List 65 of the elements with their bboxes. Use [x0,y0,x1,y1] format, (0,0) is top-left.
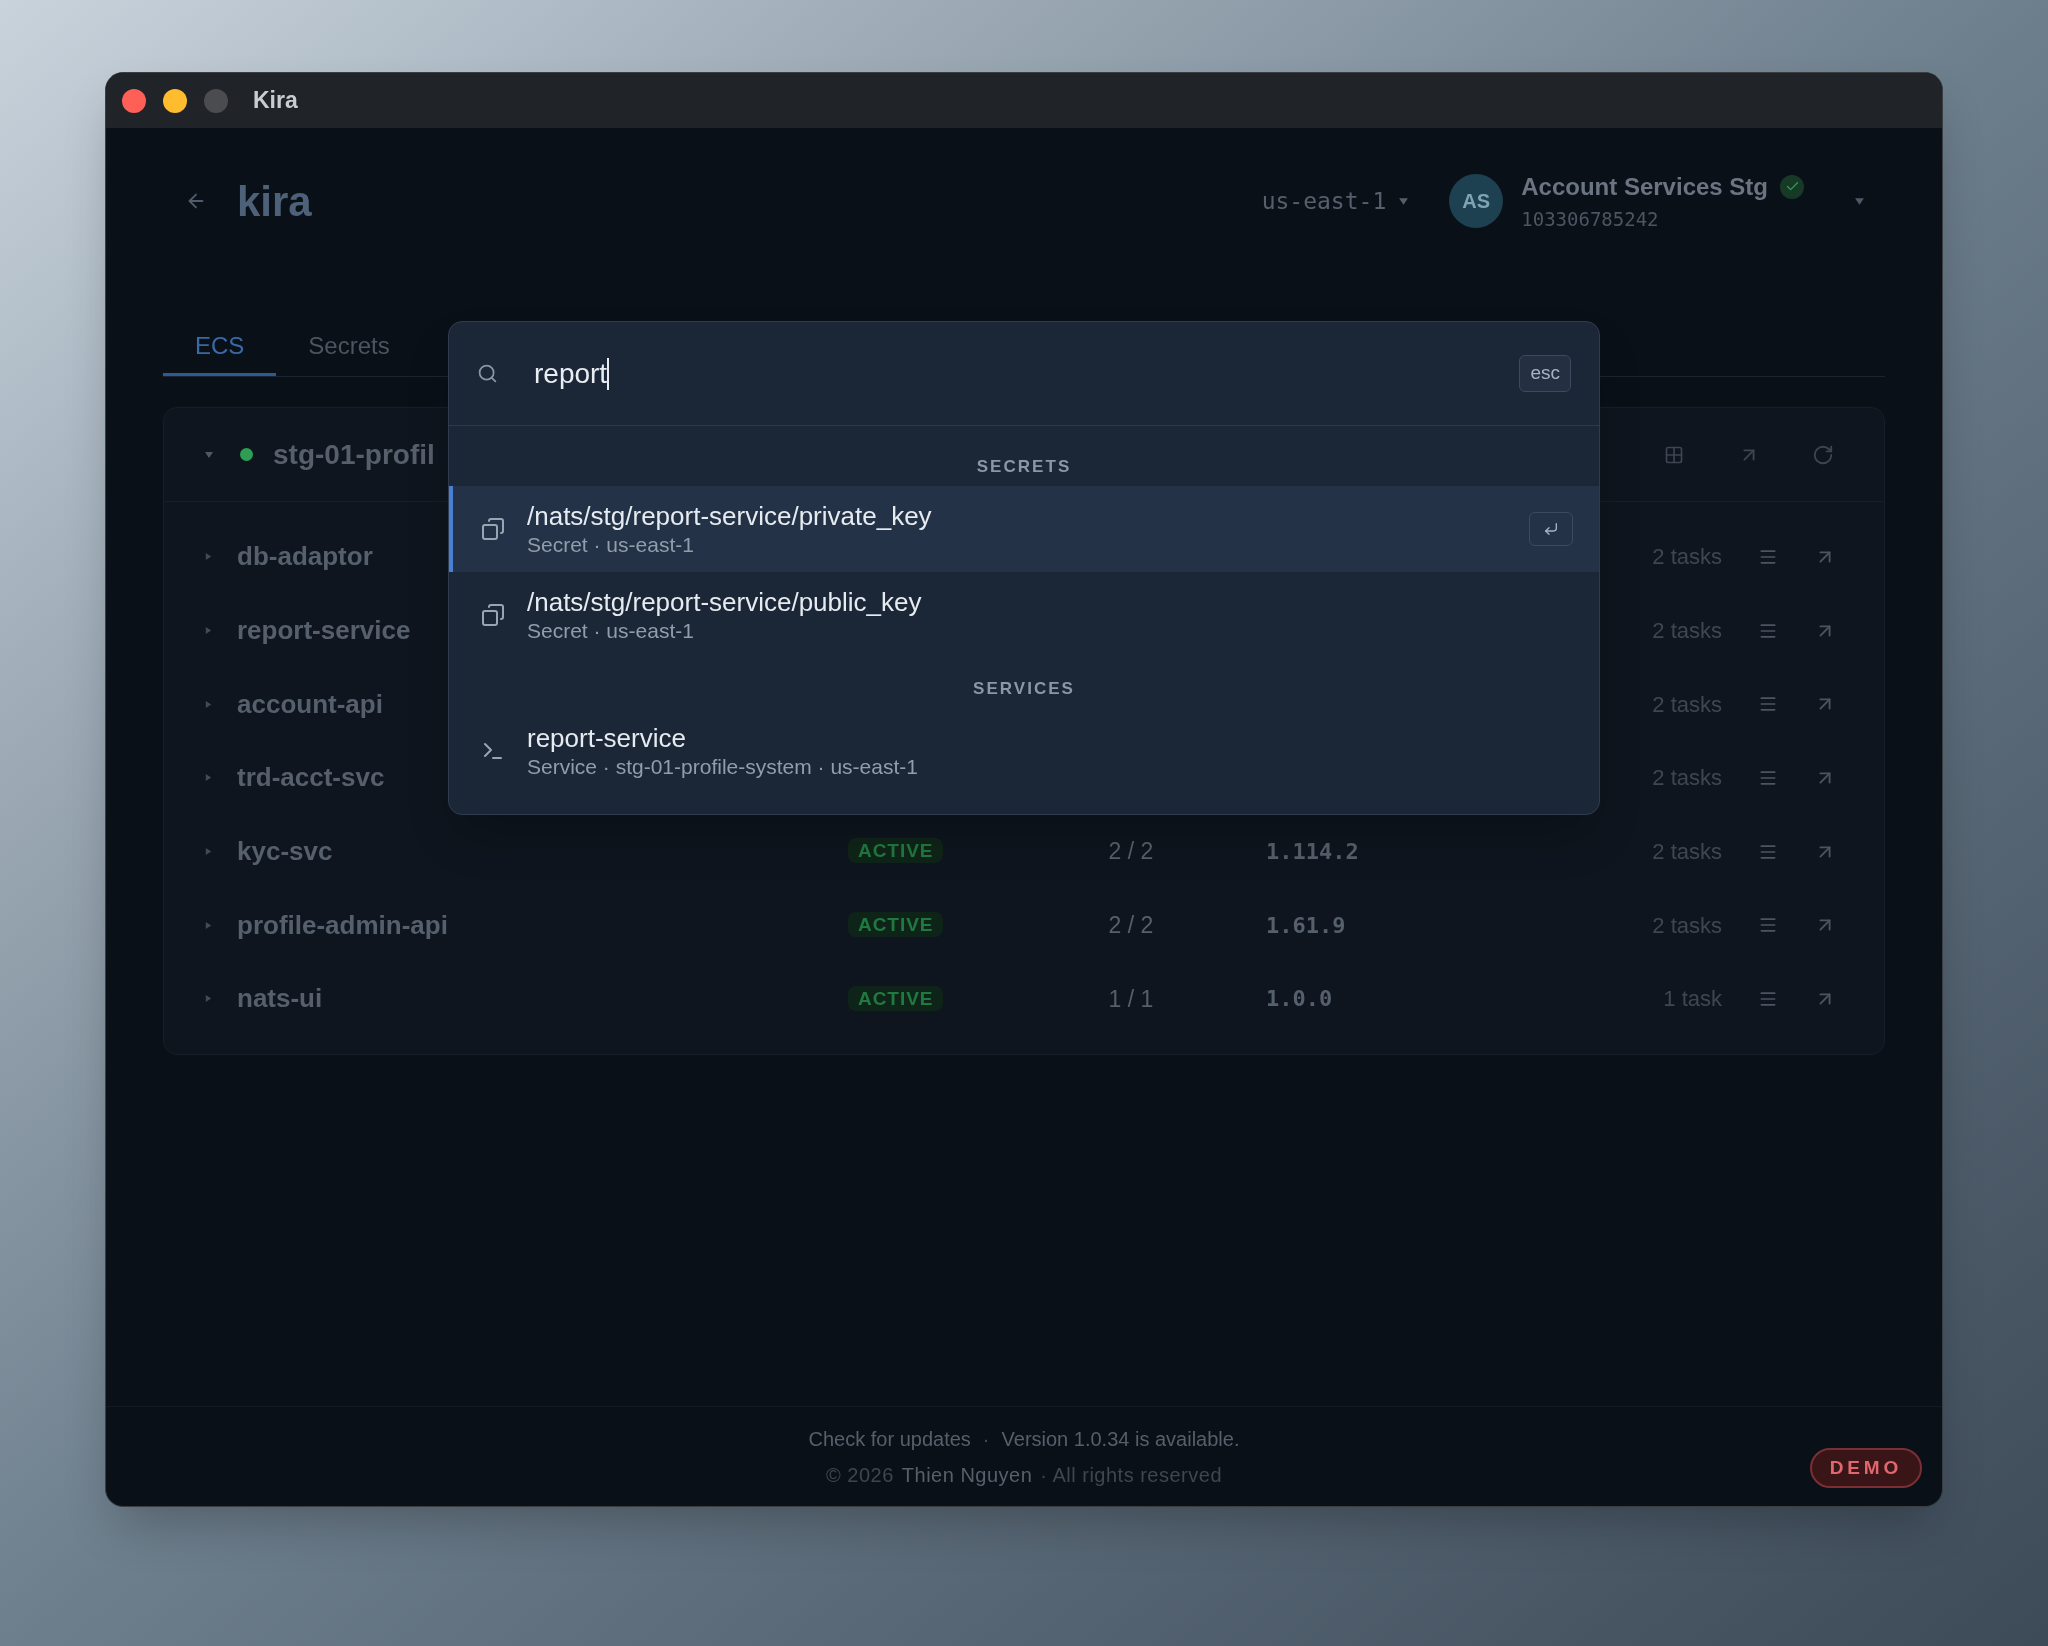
service-name[interactable]: kyc-svc [237,836,333,867]
author-link[interactable]: Thien Nguyen [901,1459,1033,1490]
service-name[interactable]: account-api [237,688,383,719]
result-subtitle: Service · stg-01-profile-system · us-east-1 [527,754,919,781]
copy-icon [481,517,505,541]
expand-caret-icon [204,847,213,857]
grid-icon[interactable] [1664,444,1684,465]
account-id: 103306785242 [1521,206,1660,232]
separator-text: · [982,1426,990,1452]
version-text: 1.61.9 [1266,912,1346,938]
search-field[interactable]: report [534,352,1520,395]
collapse-caret-icon[interactable] [204,449,214,460]
account-name: Account Services Stg [1521,171,1768,202]
tab[interactable]: ECS [163,318,277,376]
minimize-button[interactable] [163,88,187,113]
cluster-name: stg-01-profil [273,437,435,472]
result-item[interactable]: report-service Service · stg-01-profile-system · us-east-1 [449,708,1599,794]
expand-caret-icon [204,552,213,562]
version-note: Version 1.0.34 is available. [1001,1426,1240,1452]
task-count: 2 / 2 [1108,837,1154,867]
copyright-text: © 2026 [826,1462,894,1488]
zoom-button[interactable] [204,88,228,113]
service-name[interactable]: profile-admin-api [237,909,448,940]
task-count: 2 / 2 [1108,911,1154,941]
result-item[interactable]: /nats/stg/report-service/private_key Secret · us-east-1 [449,486,1599,572]
tab[interactable]: Secrets [276,318,422,376]
copy-icon [481,603,505,627]
expand-caret-icon [204,699,213,709]
status-badge: ACTIVE [848,985,944,1011]
enter-key-icon [1529,512,1573,546]
result-title: /nats/stg/report-service/private_key [527,499,933,533]
expand-caret-icon [204,773,213,783]
version-text: 1.114.2 [1266,839,1359,865]
status-badge: ACTIVE [848,838,944,864]
check-updates-link[interactable]: Check for updates [808,1423,971,1454]
service-name[interactable]: nats-ui [237,983,323,1014]
search-icon [477,363,498,384]
expand-caret-icon [204,994,213,1004]
service-name[interactable]: report-service [237,615,411,646]
result-subtitle: Secret · us-east-1 [527,532,695,559]
service-name[interactable]: db-adaptor [237,541,373,572]
region-select[interactable]: us-east-1 [1261,183,1410,219]
section-heading: SERVICES [973,678,1075,700]
dropdown-caret-icon [1854,195,1865,207]
result-title: /nats/stg/report-service/public_key [527,585,923,619]
close-button[interactable] [122,88,146,113]
refresh-icon[interactable] [1812,443,1834,466]
expand-caret-icon [204,626,213,636]
result-item[interactable]: /nats/stg/report-service/public_key Secret · us-east-1 [449,572,1599,658]
result-subtitle: Secret · us-east-1 [527,618,695,645]
esc-key: esc [1519,355,1571,392]
section-heading: SECRETS [976,456,1072,478]
window-title: Kira [253,86,298,116]
rights-text: · All rights reserved [1040,1462,1222,1488]
task-count: 1 / 1 [1108,984,1154,1014]
app-title: kira [237,176,312,227]
service-name[interactable]: trd-acct-svc [237,762,385,793]
status-badge: ACTIVE [848,912,944,938]
account-avatar: AS [1449,174,1504,228]
search-query: report [534,356,608,391]
version-text: 1.0.0 [1266,986,1333,1012]
caret-icon [1398,195,1410,207]
result-title: report-service [527,721,687,755]
demo-badge: DEMO [1809,1447,1922,1488]
expand-caret-icon [204,920,213,930]
